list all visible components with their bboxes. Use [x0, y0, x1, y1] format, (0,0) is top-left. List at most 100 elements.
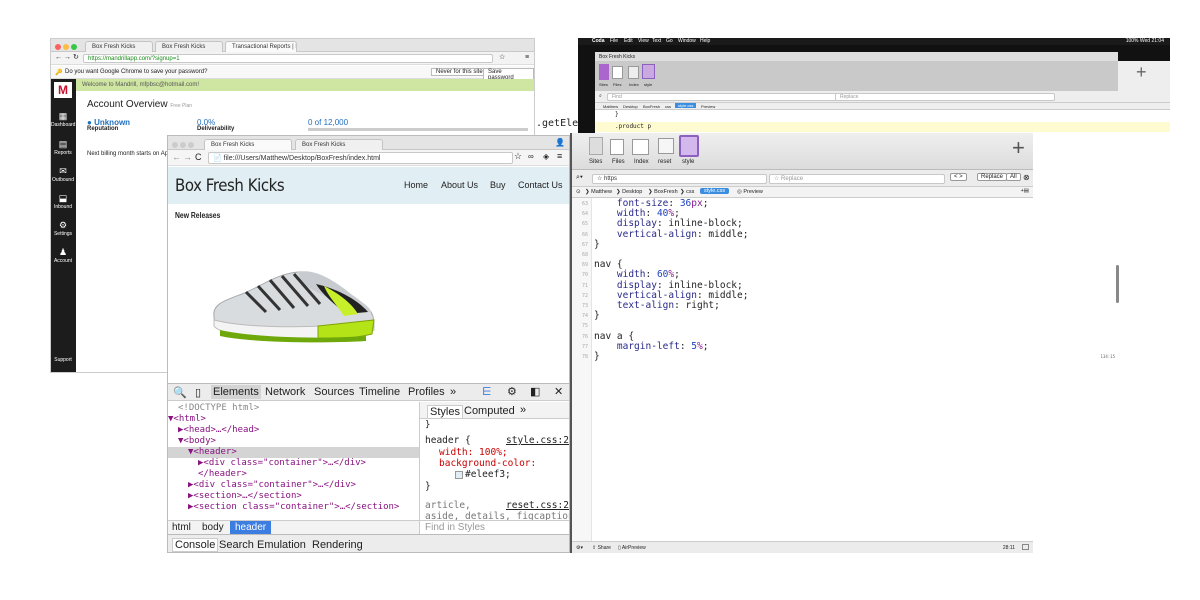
- device-icon[interactable]: ▯: [195, 386, 201, 399]
- code-line[interactable]: 75: [572, 321, 1033, 331]
- coda-style-icon[interactable]: [679, 135, 699, 157]
- console-drawer-icon[interactable]: ⋿: [482, 385, 492, 398]
- sidebar-item-reports[interactable]: ▤ Reports: [51, 139, 75, 156]
- forward-icon[interactable]: →: [64, 54, 71, 61]
- sidebar-item-outbound[interactable]: ✉ Outbound: [51, 166, 75, 183]
- crumb-style-css[interactable]: style.css: [700, 188, 730, 194]
- styles-tab[interactable]: Styles: [427, 405, 463, 419]
- coda-breadcrumb-icon[interactable]: ⊙: [576, 189, 581, 195]
- code-line[interactable]: 78}: [572, 352, 1033, 362]
- menu-icon[interactable]: ≡: [557, 152, 562, 161]
- menu-text[interactable]: Text: [652, 38, 661, 44]
- dom-tree[interactable]: <!DOCTYPE html> ▼<html> ▶<head>…</head> …: [168, 402, 419, 520]
- dom-section[interactable]: ▶<section>…</section>: [168, 491, 419, 502]
- back-crumb-css[interactable]: css: [665, 104, 671, 109]
- coda-replace-input[interactable]: ☆ Replace: [769, 174, 945, 184]
- rule1-width[interactable]: width: 100%;: [439, 447, 508, 458]
- back-scrollbar[interactable]: [1116, 265, 1119, 303]
- coda-share-button[interactable]: ⇪ Share: [592, 545, 611, 551]
- rule1-source-link[interactable]: style.css:24: [506, 435, 569, 446]
- dom-head[interactable]: ▶<head>…</head>: [168, 425, 419, 436]
- nav-home[interactable]: Home: [404, 180, 428, 190]
- tab-box-fresh-2[interactable]: Box Fresh Kicks: [155, 41, 223, 52]
- menu-help[interactable]: Help: [700, 38, 710, 44]
- menu-edit[interactable]: Edit: [624, 38, 633, 44]
- devtools-close-icon[interactable]: ✕: [554, 385, 563, 398]
- crumb-html[interactable]: html: [172, 522, 191, 533]
- never-button[interactable]: Never for this site: [431, 68, 488, 76]
- sidebar-item-settings[interactable]: ⚙ Settings: [51, 220, 75, 237]
- menu-window[interactable]: Window: [678, 38, 696, 44]
- find-in-styles[interactable]: Find in Styles: [420, 520, 569, 534]
- dom-header-selected[interactable]: ▼<header>: [168, 447, 419, 458]
- drawer-tab-rendering[interactable]: Rendering: [312, 539, 363, 551]
- find-prev-next[interactable]: < >: [950, 173, 967, 181]
- back-crumb-desktop[interactable]: Desktop: [623, 104, 638, 109]
- code-line[interactable]: 73 text-align: right;: [572, 301, 1033, 311]
- styles-more-icon[interactable]: »: [520, 404, 526, 416]
- inspect-icon[interactable]: 🔍: [173, 386, 187, 399]
- coda-replace-button[interactable]: Replace: [977, 173, 1008, 181]
- tab-box-fresh-1[interactable]: Box Fresh Kicks: [85, 41, 153, 52]
- menu-file[interactable]: File: [610, 38, 618, 44]
- coda-add-tab-icon[interactable]: +: [1012, 135, 1025, 161]
- color-swatch[interactable]: [455, 471, 463, 479]
- menu-app-coda[interactable]: Coda: [592, 38, 605, 44]
- coda-back-tab[interactable]: Box Fresh Kicks: [595, 52, 1118, 61]
- menu-view[interactable]: View: [638, 38, 649, 44]
- menu-icon[interactable]: ≡: [525, 54, 529, 61]
- nav-buy[interactable]: Buy: [490, 180, 506, 190]
- dom-header-container[interactable]: ▶<div class="container">…</div>: [168, 458, 419, 469]
- coda-sites-icon[interactable]: [589, 137, 603, 155]
- reload-icon[interactable]: ↻: [73, 54, 79, 61]
- devtools-tab-sources[interactable]: Sources: [314, 386, 354, 398]
- index-icon[interactable]: [628, 66, 639, 79]
- computed-tab[interactable]: Computed: [464, 405, 515, 417]
- coda-reset-icon[interactable]: [658, 138, 674, 154]
- code-line[interactable]: 68: [572, 250, 1033, 260]
- code-line[interactable]: 77 margin-left: 5%;: [572, 341, 1033, 352]
- dom-html[interactable]: ▼<html>: [168, 414, 419, 425]
- coda-split-toggle-icon[interactable]: [1022, 544, 1029, 550]
- crumb-header[interactable]: header: [230, 521, 272, 534]
- devtools-settings-icon[interactable]: ⚙: [507, 385, 517, 398]
- back-crumb-stylecss[interactable]: style.css: [675, 103, 697, 108]
- coda-files-icon[interactable]: [610, 139, 624, 155]
- crumb-matthew[interactable]: ❯ Matthew: [585, 189, 612, 195]
- rule1-bg-prop[interactable]: background-color:: [439, 458, 536, 469]
- add-tab-icon[interactable]: +: [1136, 62, 1147, 83]
- back-replace-input[interactable]: Replace: [835, 93, 1055, 101]
- dock-icon[interactable]: ◧: [530, 385, 540, 398]
- bookmark-star-icon[interactable]: ☆: [514, 152, 522, 161]
- coda-index-icon[interactable]: [632, 139, 649, 155]
- nav-about-us[interactable]: About Us: [441, 180, 478, 190]
- coda-gear-icon[interactable]: ⚙▾: [576, 545, 583, 551]
- drawer-tab-search[interactable]: Search: [219, 539, 254, 551]
- star-icon[interactable]: ☆: [499, 54, 505, 61]
- extension-glasses-icon[interactable]: ∞: [528, 153, 534, 161]
- code-line[interactable]: 74}: [572, 311, 1033, 321]
- devtools-tab-network[interactable]: Network: [265, 386, 305, 398]
- forward-icon[interactable]: →: [183, 153, 192, 162]
- code-line[interactable]: 66 vertical-align: middle;: [572, 229, 1033, 240]
- coda-search-icon[interactable]: ⌕▾: [576, 174, 583, 182]
- devtools-tab-elements[interactable]: Elements: [211, 385, 261, 399]
- tab-boxfresh-second[interactable]: Box Fresh Kicks: [295, 139, 383, 150]
- back-find-input[interactable]: Find: [607, 93, 857, 101]
- back-icon[interactable]: ←: [55, 54, 62, 61]
- sidebar-support[interactable]: Support: [51, 357, 75, 363]
- devtools-tab-timeline[interactable]: Timeline: [359, 386, 400, 398]
- nav-contact-us[interactable]: Contact Us: [518, 180, 563, 190]
- coda-airpreview-button[interactable]: ▯ AirPreview: [618, 545, 646, 551]
- devtools-tab-profiles[interactable]: Profiles: [408, 386, 445, 398]
- coda-find-close-icon[interactable]: ⊗: [1023, 173, 1030, 182]
- dom-section-container[interactable]: ▶<section class="container">…</section>: [168, 502, 419, 513]
- boxfresh-url-bar[interactable]: 📄 file:///Users/Matthew/Desktop/BoxFresh…: [208, 152, 513, 164]
- back-crumb-boxfresh[interactable]: BoxFresh: [643, 104, 660, 109]
- crumb-preview[interactable]: ◎ Preview: [737, 189, 763, 195]
- reload-icon[interactable]: C: [195, 153, 202, 162]
- coda-find-input[interactable]: ☆ https: [592, 174, 767, 184]
- back-icon[interactable]: ←: [172, 153, 181, 162]
- sidebar-item-inbound[interactable]: ⬓ Inbound: [51, 193, 75, 210]
- devtools-more-tabs[interactable]: »: [450, 386, 456, 398]
